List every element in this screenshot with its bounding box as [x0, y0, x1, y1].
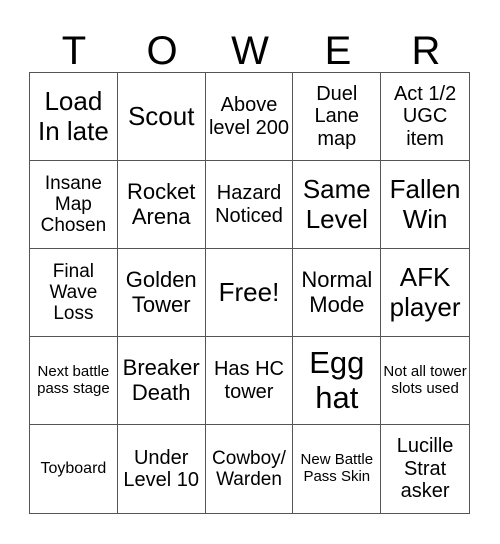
bingo-cell[interactable]: Act 1/2 UGC item — [381, 73, 469, 161]
free-space[interactable]: Free! — [205, 249, 294, 337]
bingo-cell[interactable]: Normal Mode — [293, 249, 382, 337]
header-letter: E — [324, 29, 352, 73]
bingo-cell[interactable]: Egg hat — [293, 337, 382, 425]
bingo-cell[interactable]: AFK player — [381, 249, 469, 337]
bingo-cell[interactable]: Golden Tower — [117, 249, 206, 337]
bingo-cell[interactable]: Not all tower slots used — [381, 337, 469, 425]
bingo-header: T O W E R — [30, 28, 470, 74]
bingo-cell[interactable]: Next battle pass stage — [30, 337, 118, 425]
bingo-cell[interactable]: Breaker Death — [117, 337, 206, 425]
bingo-cell[interactable]: Under Level 10 — [118, 425, 206, 513]
bingo-cell[interactable]: Duel Lane map — [293, 73, 382, 161]
bingo-cell[interactable]: Fallen Win — [381, 161, 469, 249]
bingo-cell[interactable]: New Battle Pass Skin — [293, 425, 382, 513]
bingo-card: Load In late Scout Above level 200 Duel … — [29, 72, 470, 514]
bingo-cell[interactable]: Load In late — [30, 73, 118, 161]
bingo-cell[interactable]: Has HC tower — [205, 337, 294, 425]
header-letter: T — [61, 29, 87, 73]
bingo-cell[interactable]: Lucille Strat asker — [381, 425, 469, 513]
bingo-cell[interactable]: Rocket Arena — [117, 161, 206, 249]
bingo-cell[interactable]: Insane Map Chosen — [30, 161, 118, 249]
bingo-cell[interactable]: Above level 200 — [205, 73, 294, 161]
header-letter: R — [411, 29, 441, 73]
bingo-cell[interactable]: Cowboy/ Warden — [206, 425, 294, 513]
bingo-cell[interactable]: Hazard Noticed — [205, 161, 294, 249]
header-letter: W — [231, 29, 269, 73]
bingo-cell[interactable]: Toyboard — [30, 425, 118, 513]
bingo-cell[interactable]: Scout — [117, 73, 206, 161]
bingo-cell[interactable]: Same Level — [293, 161, 382, 249]
header-letter: O — [146, 29, 178, 73]
bingo-cell[interactable]: Final Wave Loss — [30, 249, 118, 337]
